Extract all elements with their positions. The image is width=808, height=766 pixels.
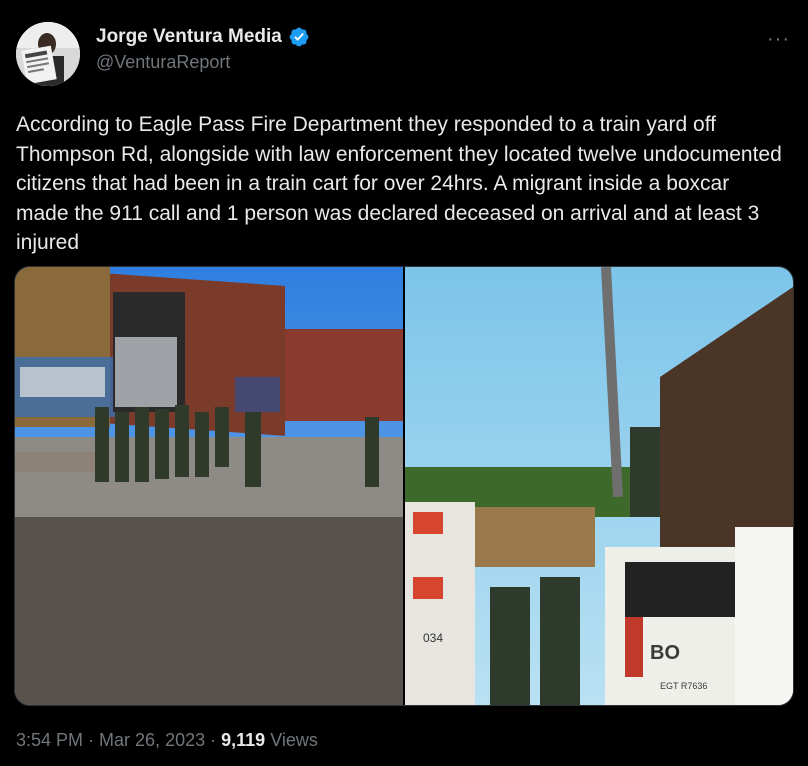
more-options-icon[interactable]: ··· <box>767 28 790 51</box>
tweet-date[interactable]: Mar 26, 2023 <box>99 730 205 750</box>
author-display-name[interactable]: Jorge Ventura Media <box>96 26 282 48</box>
tweet-text: According to Eagle Pass Fire Department … <box>16 113 788 254</box>
avatar[interactable] <box>16 22 80 86</box>
meta-separator: · <box>83 730 100 750</box>
tweet-media[interactable]: 034 BO EGT R7636 <box>14 266 794 706</box>
truck-panel-text: BO <box>650 642 680 664</box>
truck-plate: EGT R7636 <box>660 681 707 691</box>
verified-badge-icon <box>289 27 309 47</box>
meta-separator: · <box>205 730 222 750</box>
views-count: 9,119 <box>221 730 266 750</box>
photo-train-agents[interactable] <box>15 267 403 705</box>
tweet-header: Jorge Ventura Media @VenturaReport ··· <box>16 22 792 88</box>
ambulance-number: 034 <box>423 631 443 645</box>
photo-emergency-vehicles[interactable]: 034 BO EGT R7636 <box>405 267 793 705</box>
tweet-time[interactable]: 3:54 PM <box>16 730 83 750</box>
author-handle[interactable]: @VenturaReport <box>96 52 310 73</box>
tweet-meta: 3:54 PM · Mar 26, 2023 · 9,119 Views <box>16 730 318 751</box>
views-label: Views <box>265 730 318 750</box>
